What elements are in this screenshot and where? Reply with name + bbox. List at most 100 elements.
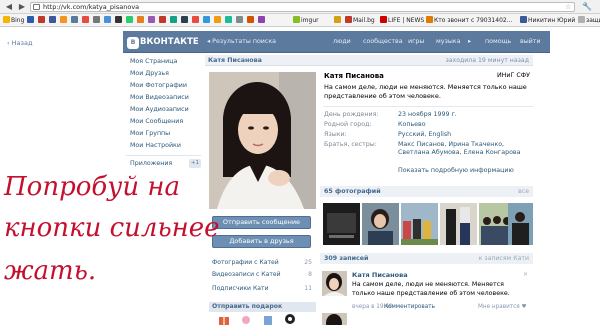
bookmark-item[interactable]: [159, 16, 167, 25]
bookmark-item[interactable]: [82, 16, 90, 25]
nav-music[interactable]: музыка: [436, 38, 460, 46]
bookmark-item[interactable]: [236, 16, 244, 25]
bookmark-item[interactable]: [203, 16, 211, 25]
gift-icon[interactable]: [284, 313, 296, 325]
bookmark-favicon-icon: [345, 16, 352, 23]
menu-my-settings[interactable]: Мои Настройки: [130, 142, 181, 150]
photo-thumb[interactable]: [508, 203, 533, 245]
menu-my-groups[interactable]: Мои Группы: [130, 130, 170, 138]
apps-badge[interactable]: +1: [189, 159, 201, 168]
vk-logo[interactable]: В ВКОНТАКТЕ: [127, 35, 199, 49]
nav-games[interactable]: игры: [408, 38, 424, 46]
videos-with-count: 8: [308, 271, 312, 278]
bookmark-item[interactable]: [38, 16, 46, 25]
bookmark-item[interactable]: Mail.bg: [345, 16, 375, 25]
bookmark-label: Mail.bg: [353, 17, 375, 24]
post-author-avatar[interactable]: [322, 271, 347, 296]
bookmark-item[interactable]: [93, 16, 101, 25]
address-bar[interactable]: http://vk.com/katya_pisanova: [30, 2, 575, 12]
bookmark-favicon-icon: [214, 16, 221, 23]
back-arrow-icon[interactable]: ◀: [4, 2, 14, 12]
back-link[interactable]: ‹ Назад: [7, 39, 32, 47]
bookmark-item[interactable]: imgur: [293, 16, 319, 25]
post-author[interactable]: Катя Писанова: [352, 271, 408, 279]
send-message-button[interactable]: Отправить сообщение: [212, 216, 311, 229]
languages-value[interactable]: Русский, English: [398, 131, 451, 139]
photos-all-link[interactable]: все: [518, 188, 529, 195]
gift-icon[interactable]: [262, 313, 274, 325]
star-icon[interactable]: ☆: [565, 3, 571, 11]
bookmark-item[interactable]: [214, 16, 222, 25]
avatar-photo-icon: [209, 72, 316, 209]
forward-arrow-icon[interactable]: ▶: [17, 2, 27, 12]
siblings-value[interactable]: Макс Писанов, Ирина Ткаченко, Светлана А…: [398, 141, 532, 157]
bookmark-item[interactable]: [170, 16, 178, 25]
siblings-label: Братья, сестры:: [324, 141, 377, 148]
comment-avatar[interactable]: [322, 313, 347, 325]
bookmark-favicon-icon: [93, 16, 100, 23]
play-icon[interactable]: ▸: [468, 38, 471, 46]
gift-icon[interactable]: [240, 313, 252, 325]
close-icon[interactable]: ✕: [523, 271, 528, 278]
photo-thumb[interactable]: [440, 203, 477, 245]
bookmark-item[interactable]: [137, 16, 145, 25]
menu-my-audio[interactable]: Мои Аудиозаписи: [130, 106, 189, 114]
bookmark-item[interactable]: [27, 16, 35, 25]
bookmark-item[interactable]: [247, 16, 255, 25]
photos-with-link[interactable]: Фотографии с Катей 25: [212, 259, 312, 267]
profile-school[interactable]: ИНиГ СФУ: [497, 72, 530, 79]
menu-my-page[interactable]: Моя Страница: [130, 58, 177, 66]
photos-bar[interactable]: 65 фотографий все: [320, 186, 533, 197]
bookmark-item[interactable]: [258, 16, 266, 25]
add-friend-button[interactable]: Добавить в друзья: [212, 235, 311, 248]
logo-text: ВКОНТАКТЕ: [140, 37, 199, 47]
bookmark-item[interactable]: [148, 16, 156, 25]
nav-help[interactable]: помощь: [485, 38, 511, 46]
bookmark-item[interactable]: [104, 16, 112, 25]
photo-thumb[interactable]: [323, 203, 360, 245]
gift-icon[interactable]: [218, 313, 230, 325]
like-button[interactable]: Мне нравится ♥: [478, 304, 527, 310]
bookmark-item[interactable]: [181, 16, 189, 25]
show-more-link[interactable]: Показать подробную информацию: [398, 167, 514, 175]
vk-logo-badge: В: [127, 37, 139, 49]
menu-my-videos[interactable]: Мои Видеозаписи: [130, 94, 189, 102]
wall-filter-link[interactable]: к записям Кати: [479, 255, 529, 262]
menu-my-friends[interactable]: Мои Друзья: [130, 70, 169, 78]
bookmark-item[interactable]: [49, 16, 57, 25]
subscribers-link[interactable]: Подписчики Кати 11: [212, 285, 312, 293]
bookmark-item[interactable]: [225, 16, 233, 25]
bookmark-label: LIFE | NEWS: [388, 17, 425, 24]
bookmark-item[interactable]: [71, 16, 79, 25]
bookmark-item[interactable]: защит: [578, 16, 600, 25]
nav-communities[interactable]: сообщества: [363, 38, 403, 46]
photo-thumb[interactable]: [401, 203, 438, 245]
bookmark-item[interactable]: Bing: [3, 16, 24, 25]
nav-logout[interactable]: выйти: [520, 38, 541, 46]
nav-people[interactable]: люди: [333, 38, 351, 46]
profile-avatar[interactable]: [209, 72, 316, 209]
bookmark-item[interactable]: Кто звонит с 79031402...: [426, 16, 512, 25]
bookmark-item[interactable]: [334, 16, 342, 25]
overlay-line-3: жать.: [4, 256, 97, 286]
search-results-link[interactable]: ◂ Результаты поиска: [207, 38, 276, 46]
bookmark-item[interactable]: [60, 16, 68, 25]
comment-link[interactable]: Комментировать: [384, 304, 435, 310]
gift-bar[interactable]: Отправить подарок: [209, 302, 316, 312]
photo-thumb[interactable]: [362, 203, 399, 245]
divider: [323, 106, 533, 107]
wrench-icon[interactable]: 🔧: [582, 2, 592, 11]
bookmark-item[interactable]: [115, 16, 123, 25]
bookmark-item[interactable]: Никитин Юрий: [520, 16, 575, 25]
videos-with-link[interactable]: Видеозаписи с Катей 8: [212, 271, 312, 279]
hometown-value[interactable]: Копьево: [398, 121, 426, 129]
menu-my-messages[interactable]: Мои Сообщения: [130, 118, 183, 126]
bookmark-item[interactable]: [126, 16, 134, 25]
birthday-value[interactable]: 23 ноября 1999 г.: [398, 111, 457, 119]
profile-name: Катя Писанова: [324, 72, 384, 80]
menu-my-photos[interactable]: Мои Фотографии: [130, 82, 187, 90]
menu-apps[interactable]: Приложения: [130, 160, 172, 168]
bookmark-item[interactable]: LIFE | NEWS: [380, 16, 424, 25]
overlay-line-1: Попробуй на: [4, 172, 180, 202]
bookmark-item[interactable]: [192, 16, 200, 25]
